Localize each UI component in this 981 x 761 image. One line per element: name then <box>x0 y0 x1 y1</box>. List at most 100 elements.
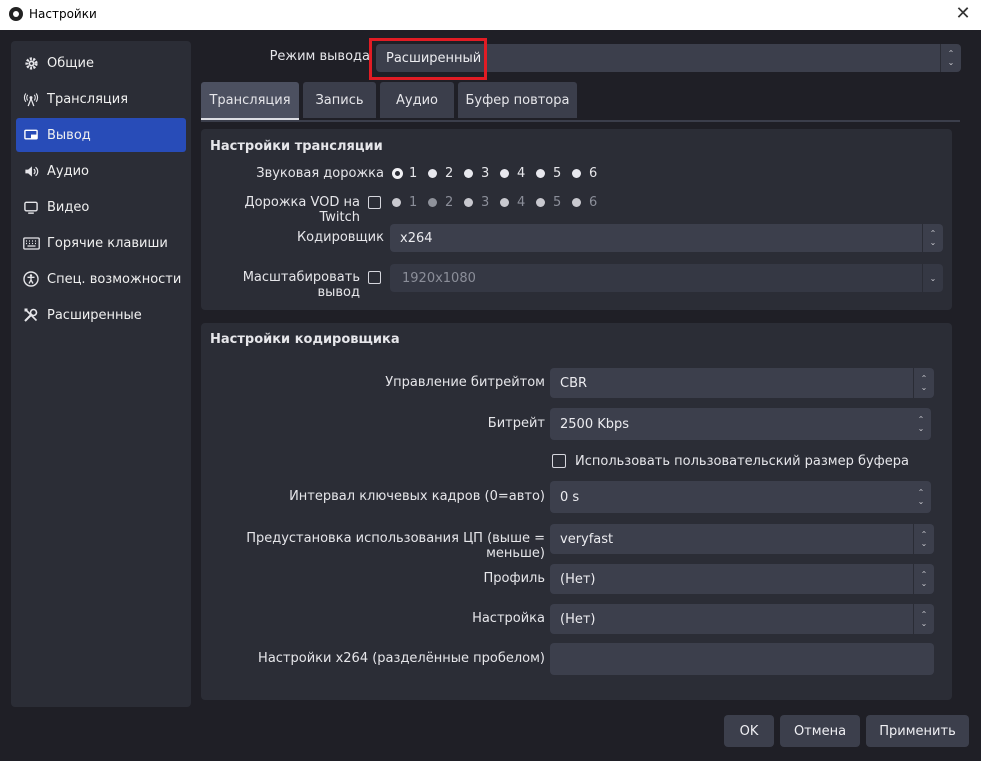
x264-options-input[interactable] <box>550 643 934 675</box>
highlight-annotation <box>369 38 487 80</box>
rescale-resolution-select: 1920x1080 ⌄ <box>390 264 943 292</box>
twitch-vod-label: Дорожка VOD на Twitch <box>244 195 360 225</box>
vod-track-radio-3 <box>464 198 473 207</box>
profile-select[interactable]: (Нет) ⌃ ⌄ <box>550 564 934 594</box>
output-icon <box>22 126 40 144</box>
tab-replay-buffer[interactable]: Буфер повтора <box>458 82 577 118</box>
ok-button[interactable]: OK <box>724 715 774 747</box>
tab-stream[interactable]: Трансляция <box>201 82 299 120</box>
cpu-preset-select[interactable]: veryfast ⌃ ⌄ <box>550 524 934 554</box>
audio-track-label: Звуковая дорожка <box>256 166 384 181</box>
sidebar: Общие Трансляция Вывод Аудио Видео Горяч… <box>11 41 191 707</box>
tab-recording[interactable]: Запись <box>303 82 376 118</box>
audio-track-radio-3[interactable] <box>464 169 473 178</box>
audio-track-num: 1 <box>409 166 418 181</box>
rate-control-select[interactable]: CBR ⌃ ⌄ <box>550 368 934 398</box>
broadcast-icon <box>22 90 40 108</box>
sidebar-item-stream[interactable]: Трансляция <box>16 82 186 116</box>
vod-track-radio-2 <box>428 198 437 207</box>
sidebar-item-label: Расширенные <box>47 307 142 323</box>
audio-track-num: 6 <box>589 166 598 181</box>
obs-logo-icon <box>9 7 23 21</box>
keyframe-value: 0 s <box>560 489 580 505</box>
gear-icon <box>22 54 40 72</box>
sidebar-item-advanced[interactable]: Расширенные <box>16 298 186 332</box>
sidebar-item-label: Спец. возможности <box>47 271 182 287</box>
audio-track-radio-4[interactable] <box>500 169 509 178</box>
rescale-checkbox[interactable] <box>368 271 381 284</box>
cpu-preset-value: veryfast <box>560 531 614 547</box>
stream-settings-title: Настройки трансляции <box>210 139 383 154</box>
keyboard-icon <box>22 234 40 252</box>
sidebar-item-audio[interactable]: Аудио <box>16 154 186 188</box>
spin-arrows-icon[interactable]: ⌃ ⌄ <box>911 481 931 513</box>
updown-arrows-icon: ⌃ ⌄ <box>913 524 934 554</box>
profile-label: Профиль <box>483 571 545 586</box>
bitrate-label: Битрейт <box>487 416 545 431</box>
tune-value: (Нет) <box>560 611 596 627</box>
encoder-select[interactable]: x264 ⌃ ⌄ <box>390 224 943 252</box>
sidebar-item-label: Аудио <box>47 163 89 179</box>
sidebar-item-output[interactable]: Вывод <box>16 118 186 152</box>
spin-arrows-icon[interactable]: ⌃ ⌄ <box>911 408 931 440</box>
vod-track-num: 5 <box>553 195 562 210</box>
audio-track-radio-2[interactable] <box>428 169 437 178</box>
window-title: Настройки <box>29 7 97 21</box>
apply-button[interactable]: Применить <box>866 715 969 747</box>
sidebar-item-general[interactable]: Общие <box>16 46 186 80</box>
updown-arrows-icon: ⌃ ⌄ <box>922 224 943 252</box>
sidebar-item-label: Трансляция <box>47 91 129 107</box>
audio-track-radio-1[interactable] <box>392 168 403 179</box>
keyframe-label: Интервал ключевых кадров (0=авто) <box>289 489 545 504</box>
encoder-label: Кодировщик <box>296 230 384 245</box>
tune-select[interactable]: (Нет) ⌃ ⌄ <box>550 604 934 634</box>
rescale-label: Масштабировать вывод <box>242 270 360 300</box>
vod-track-num: 2 <box>445 195 454 210</box>
rate-control-value: CBR <box>560 375 588 391</box>
updown-arrows-icon: ⌃ ⌄ <box>940 44 961 72</box>
sidebar-item-hotkeys[interactable]: Горячие клавиши <box>16 226 186 260</box>
x264-options-label: Настройки x264 (разделённые пробелом) <box>258 651 545 666</box>
accessibility-icon <box>22 270 40 288</box>
vod-track-radio-1 <box>392 198 401 207</box>
close-icon[interactable]: ✕ <box>954 4 972 24</box>
rate-control-label: Управление битрейтом <box>385 375 545 390</box>
audio-track-radio-6[interactable] <box>572 169 581 178</box>
tools-icon <box>22 306 40 324</box>
vod-track-radio-4 <box>500 198 509 207</box>
monitor-icon <box>22 198 40 216</box>
twitch-vod-checkbox[interactable] <box>368 196 381 209</box>
vod-track-radio-6 <box>572 198 581 207</box>
cancel-button[interactable]: Отмена <box>780 715 860 747</box>
tab-audio[interactable]: Аудио <box>380 82 454 118</box>
title-bar: Настройки ✕ <box>0 0 981 30</box>
sidebar-item-video[interactable]: Видео <box>16 190 186 224</box>
vod-track-num: 6 <box>589 195 598 210</box>
chevron-down-icon: ⌄ <box>922 264 943 292</box>
sidebar-item-label: Общие <box>47 55 94 71</box>
bitrate-spinbox[interactable]: 2500 Kbps ⌃ ⌄ <box>550 408 931 440</box>
vod-track-radio-5 <box>536 198 545 207</box>
output-mode-label: Режим вывода <box>269 49 370 64</box>
audio-track-num: 3 <box>481 166 490 181</box>
tab-bar-divider <box>201 120 960 122</box>
updown-arrows-icon: ⌃ ⌄ <box>913 368 934 398</box>
tune-label: Настройка <box>472 611 545 626</box>
vod-track-num: 1 <box>409 195 418 210</box>
updown-arrows-icon: ⌃ ⌄ <box>913 604 934 634</box>
sidebar-item-label: Горячие клавиши <box>47 235 168 251</box>
updown-arrows-icon: ⌃ ⌄ <box>913 564 934 594</box>
rescale-value: 1920x1080 <box>402 270 476 286</box>
audio-track-radio-5[interactable] <box>536 169 545 178</box>
profile-value: (Нет) <box>560 571 596 587</box>
keyframe-spinbox[interactable]: 0 s ⌃ ⌄ <box>550 481 931 513</box>
vod-track-num: 4 <box>517 195 526 210</box>
sidebar-item-accessibility[interactable]: Спец. возможности <box>16 262 186 296</box>
audio-track-num: 4 <box>517 166 526 181</box>
vod-track-num: 3 <box>481 195 490 210</box>
encoder-value: x264 <box>400 230 433 246</box>
speaker-icon <box>22 162 40 180</box>
custom-buffer-checkbox[interactable] <box>552 454 566 468</box>
cpu-preset-label: Предустановка использования ЦП (выше = м… <box>246 531 545 561</box>
encoder-settings-title: Настройки кодировщика <box>210 332 400 347</box>
